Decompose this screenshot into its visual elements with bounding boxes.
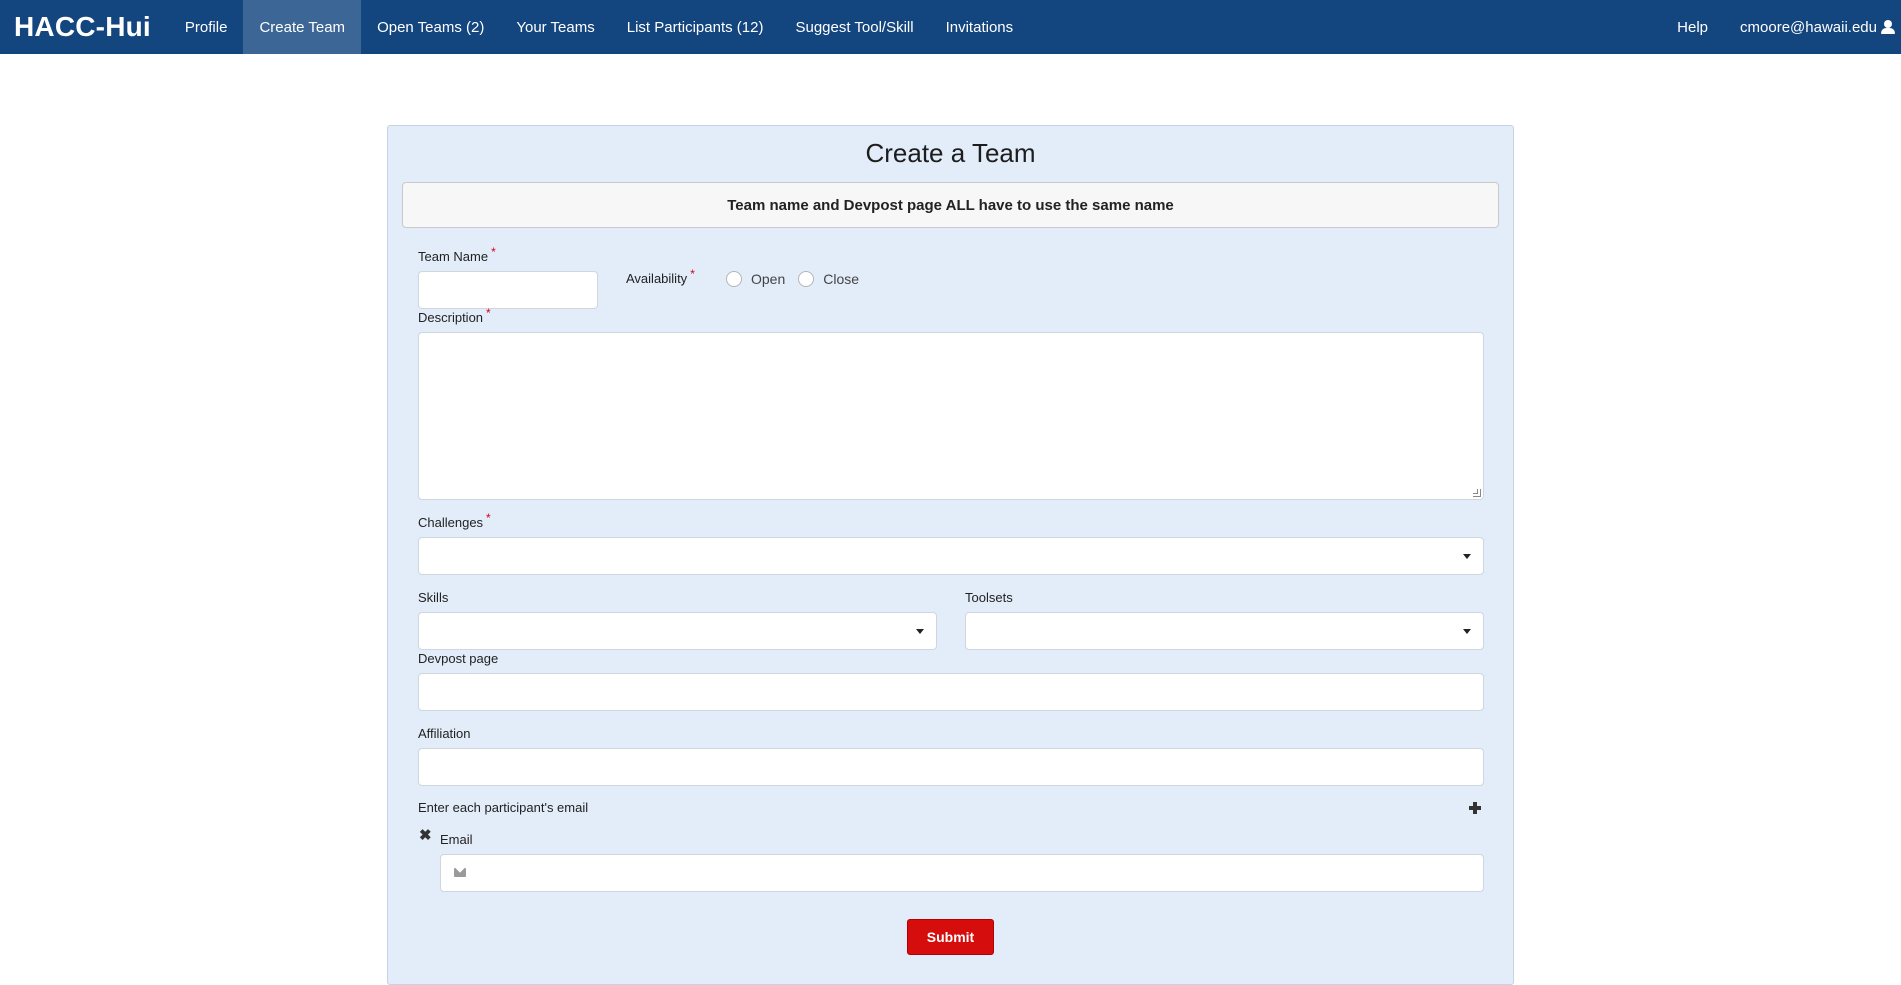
user-menu[interactable]: cmoore@hawaii.edu xyxy=(1724,0,1901,54)
team-name-input[interactable] xyxy=(418,271,598,309)
notice-message: Team name and Devpost page ALL have to u… xyxy=(402,182,1499,228)
caret-down-icon xyxy=(916,629,924,634)
required-mark: * xyxy=(491,245,496,259)
required-mark: * xyxy=(486,306,491,320)
radio-label-open: Open xyxy=(751,271,786,287)
description-label: Description * xyxy=(418,306,491,325)
devpost-label: Devpost page xyxy=(418,651,499,666)
affiliation-input[interactable] xyxy=(418,748,1484,786)
radio-circle[interactable] xyxy=(798,271,815,287)
required-mark: * xyxy=(690,267,695,281)
team-name-label: Team Name * xyxy=(418,245,496,264)
description-label-text: Description xyxy=(418,310,484,325)
nav-your-teams[interactable]: Your Teams xyxy=(500,0,610,54)
user-icon xyxy=(1881,20,1895,34)
toolsets-select[interactable] xyxy=(965,612,1484,650)
nav-open-teams[interactable]: Open Teams (2) xyxy=(361,0,500,54)
nav-suggest-tool-skill[interactable]: Suggest Tool/Skill xyxy=(779,0,929,54)
nav-help[interactable]: Help xyxy=(1661,0,1724,54)
close-icon[interactable]: ✖ xyxy=(419,828,432,843)
envelope-icon xyxy=(454,868,466,877)
availability-label: Availability * xyxy=(626,267,695,286)
nav-list-participants[interactable]: List Participants (12) xyxy=(611,0,780,54)
availability-radio-group: Open Close xyxy=(714,271,859,287)
toolsets-label: Toolsets xyxy=(965,590,1013,605)
nav-profile[interactable]: Profile xyxy=(169,0,244,54)
required-mark: * xyxy=(486,511,491,525)
plus-icon[interactable] xyxy=(1469,802,1481,814)
nav-create-team[interactable]: Create Team xyxy=(243,0,362,54)
skills-select[interactable] xyxy=(418,612,937,650)
resize-grip-icon[interactable] xyxy=(1473,489,1481,497)
caret-down-icon xyxy=(1463,554,1471,559)
team-name-label-text: Team Name xyxy=(418,249,489,264)
submit-button[interactable]: Submit xyxy=(907,919,994,955)
challenges-select[interactable] xyxy=(418,537,1484,575)
caret-down-icon xyxy=(1463,629,1471,634)
affiliation-label: Affiliation xyxy=(418,726,471,741)
devpost-input[interactable] xyxy=(418,673,1484,711)
radio-label-close: Close xyxy=(823,271,860,287)
email-label: Email xyxy=(440,832,473,847)
nav-right: Help cmoore@hawaii.edu xyxy=(1661,0,1901,54)
create-team-card: Create a Team Team name and Devpost page… xyxy=(387,125,1514,985)
availability-open-radio[interactable]: Open xyxy=(726,271,785,287)
challenges-label: Challenges * xyxy=(418,511,491,530)
participants-label: Enter each participant's email xyxy=(418,800,589,815)
description-textarea[interactable] xyxy=(418,332,1484,500)
top-navbar: HACC-Hui Profile Create Team Open Teams … xyxy=(0,0,1901,54)
nav-invitations[interactable]: Invitations xyxy=(930,0,1030,54)
email-input[interactable] xyxy=(440,854,1484,892)
page-title: Create a Team xyxy=(865,138,1036,168)
availability-close-radio[interactable]: Close xyxy=(798,271,859,287)
user-email: cmoore@hawaii.edu xyxy=(1740,18,1877,36)
availability-label-text: Availability xyxy=(626,271,688,286)
radio-circle[interactable] xyxy=(726,271,742,287)
skills-label: Skills xyxy=(418,590,449,605)
brand-logo[interactable]: HACC-Hui xyxy=(0,0,169,54)
challenges-label-text: Challenges xyxy=(418,515,484,530)
